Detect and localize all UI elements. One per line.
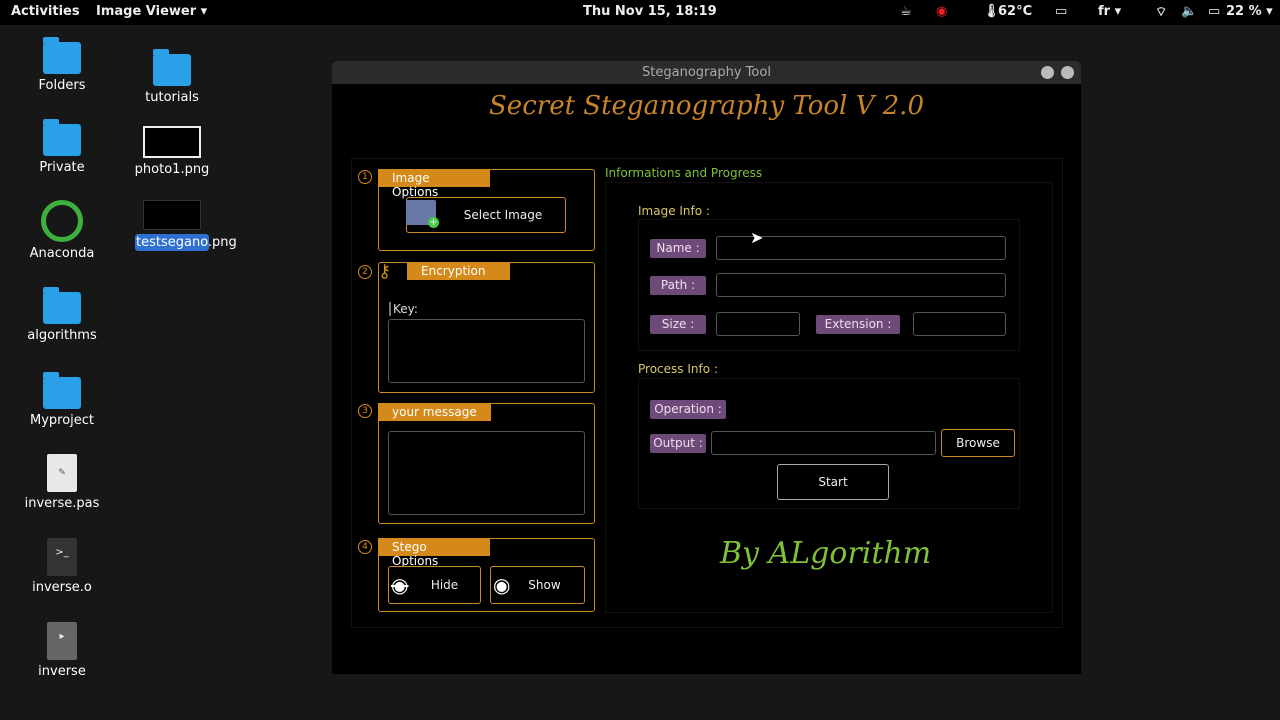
desktop-icon-inverse[interactable]: ▸ inverse [12,622,112,679]
author-signature: By ALgorithm [720,536,932,571]
desktop-icon-inverse-pas[interactable]: ✎ inverse.pas [12,454,112,511]
message-header: your message [378,403,491,421]
folder-icon [43,37,81,74]
key-label: Key: [389,302,418,316]
path-label: Path : [650,276,706,295]
icon-label: inverse [38,664,86,679]
stego-options-header: Stego Options [378,538,490,568]
battery-icon[interactable]: ▭ [1208,4,1220,19]
icon-label: Private [39,160,85,175]
language-menu[interactable]: fr ▾ [1098,4,1121,19]
step-number: 3 [358,404,372,418]
hide-label: Hide [430,578,459,592]
desktop-icon-photo1[interactable]: photo1.png [122,126,222,177]
image-thumbnail-icon [143,200,201,230]
desktop-icon-private[interactable]: Private [12,119,112,175]
close-button[interactable] [1061,66,1074,79]
app-title: Secret Steganography Tool V 2.0 [489,91,924,121]
step-number: 2 [358,265,372,279]
start-button[interactable]: Start [777,464,889,500]
desktop-icon-testsegano[interactable]: testsegano.png [122,200,237,251]
coffee-icon[interactable]: ☕ [900,4,912,19]
icon-label: inverse.o [32,580,92,595]
folder-icon [43,287,81,324]
path-field[interactable] [716,273,1006,297]
extension-label: Extension : [816,315,900,334]
folder-icon [153,49,191,86]
obs-icon[interactable]: ◉ [936,4,947,19]
icon-label: inverse.pas [24,496,100,511]
minimize-button[interactable] [1041,66,1054,79]
app-menu[interactable]: Image Viewer ▾ [96,4,207,19]
operation-label: Operation : [650,400,726,419]
name-label: Name : [650,239,706,258]
info-section-title: Informations and Progress [605,166,763,180]
desktop-icon-folders[interactable]: Folders [12,37,112,93]
message-input[interactable] [388,431,585,515]
window-title: Steganography Tool [642,65,771,80]
desktop-icon-algorithms[interactable]: algorithms [12,287,112,343]
image-info-title: Image Info : [638,204,710,218]
output-label: Output : [650,434,706,453]
wifi-icon[interactable]: ⌔ [1155,4,1167,20]
anaconda-icon [41,200,83,242]
encryption-header: Encryption [407,262,510,280]
desktop-icon-myproject[interactable]: Myproject [12,372,112,428]
text-file-icon: ✎ [47,454,77,492]
icon-label: Folders [38,78,86,93]
desktop-icon-inverse-o[interactable]: >_ inverse.o [12,538,112,595]
icon-label: Anaconda [29,246,95,261]
top-bar: Activities Image Viewer ▾ Thu Nov 15, 18… [0,0,1280,25]
executable-icon: ▸ [47,622,77,660]
image-thumbnail-icon [143,126,201,158]
process-info-title: Process Info : [638,362,718,376]
select-image-label: Select Image [463,208,543,222]
eye-slash-icon: ◉ [391,573,409,597]
eye-icon: ◉ [493,573,511,597]
desktop-icon-anaconda[interactable]: Anaconda [12,200,112,261]
image-options-header: Image Options [378,169,490,199]
desktop-icon-tutorials[interactable]: tutorials [122,49,222,105]
keyboard-icon[interactable]: ▭ [1055,4,1067,19]
folder-icon [43,372,81,409]
steganography-window: Steganography Tool Secret Steganography … [332,61,1081,674]
extension-field[interactable] [913,312,1006,336]
browse-button[interactable]: Browse [941,429,1015,457]
output-field[interactable] [711,431,936,455]
activities-button[interactable]: Activities [11,4,80,19]
icon-label: tutorials [145,90,199,105]
size-label: Size : [650,315,706,334]
size-field[interactable] [716,312,800,336]
icon-label: Myproject [29,413,95,428]
temperature[interactable]: 62°C [998,4,1032,19]
step-number: 1 [358,170,372,184]
icon-label: algorithms [27,328,97,343]
step-number: 4 [358,540,372,554]
icon-label: testsegano.png [135,234,237,251]
clock[interactable]: Thu Nov 15, 18:19 [583,4,717,19]
key-input[interactable] [388,319,585,383]
folder-add-icon: + [406,200,439,228]
show-label: Show [528,578,561,592]
mouse-cursor-icon: ➤ [750,228,764,247]
show-button[interactable]: ◉ Show [490,566,585,604]
folder-icon [43,119,81,156]
terminal-icon: >_ [47,538,77,576]
icon-label: photo1.png [134,162,210,177]
volume-icon[interactable]: 🔈 [1181,4,1197,19]
hide-button[interactable]: ◉ Hide [388,566,481,604]
window-titlebar[interactable]: Steganography Tool [332,61,1081,84]
battery-percent[interactable]: 22 % ▾ [1226,4,1273,19]
